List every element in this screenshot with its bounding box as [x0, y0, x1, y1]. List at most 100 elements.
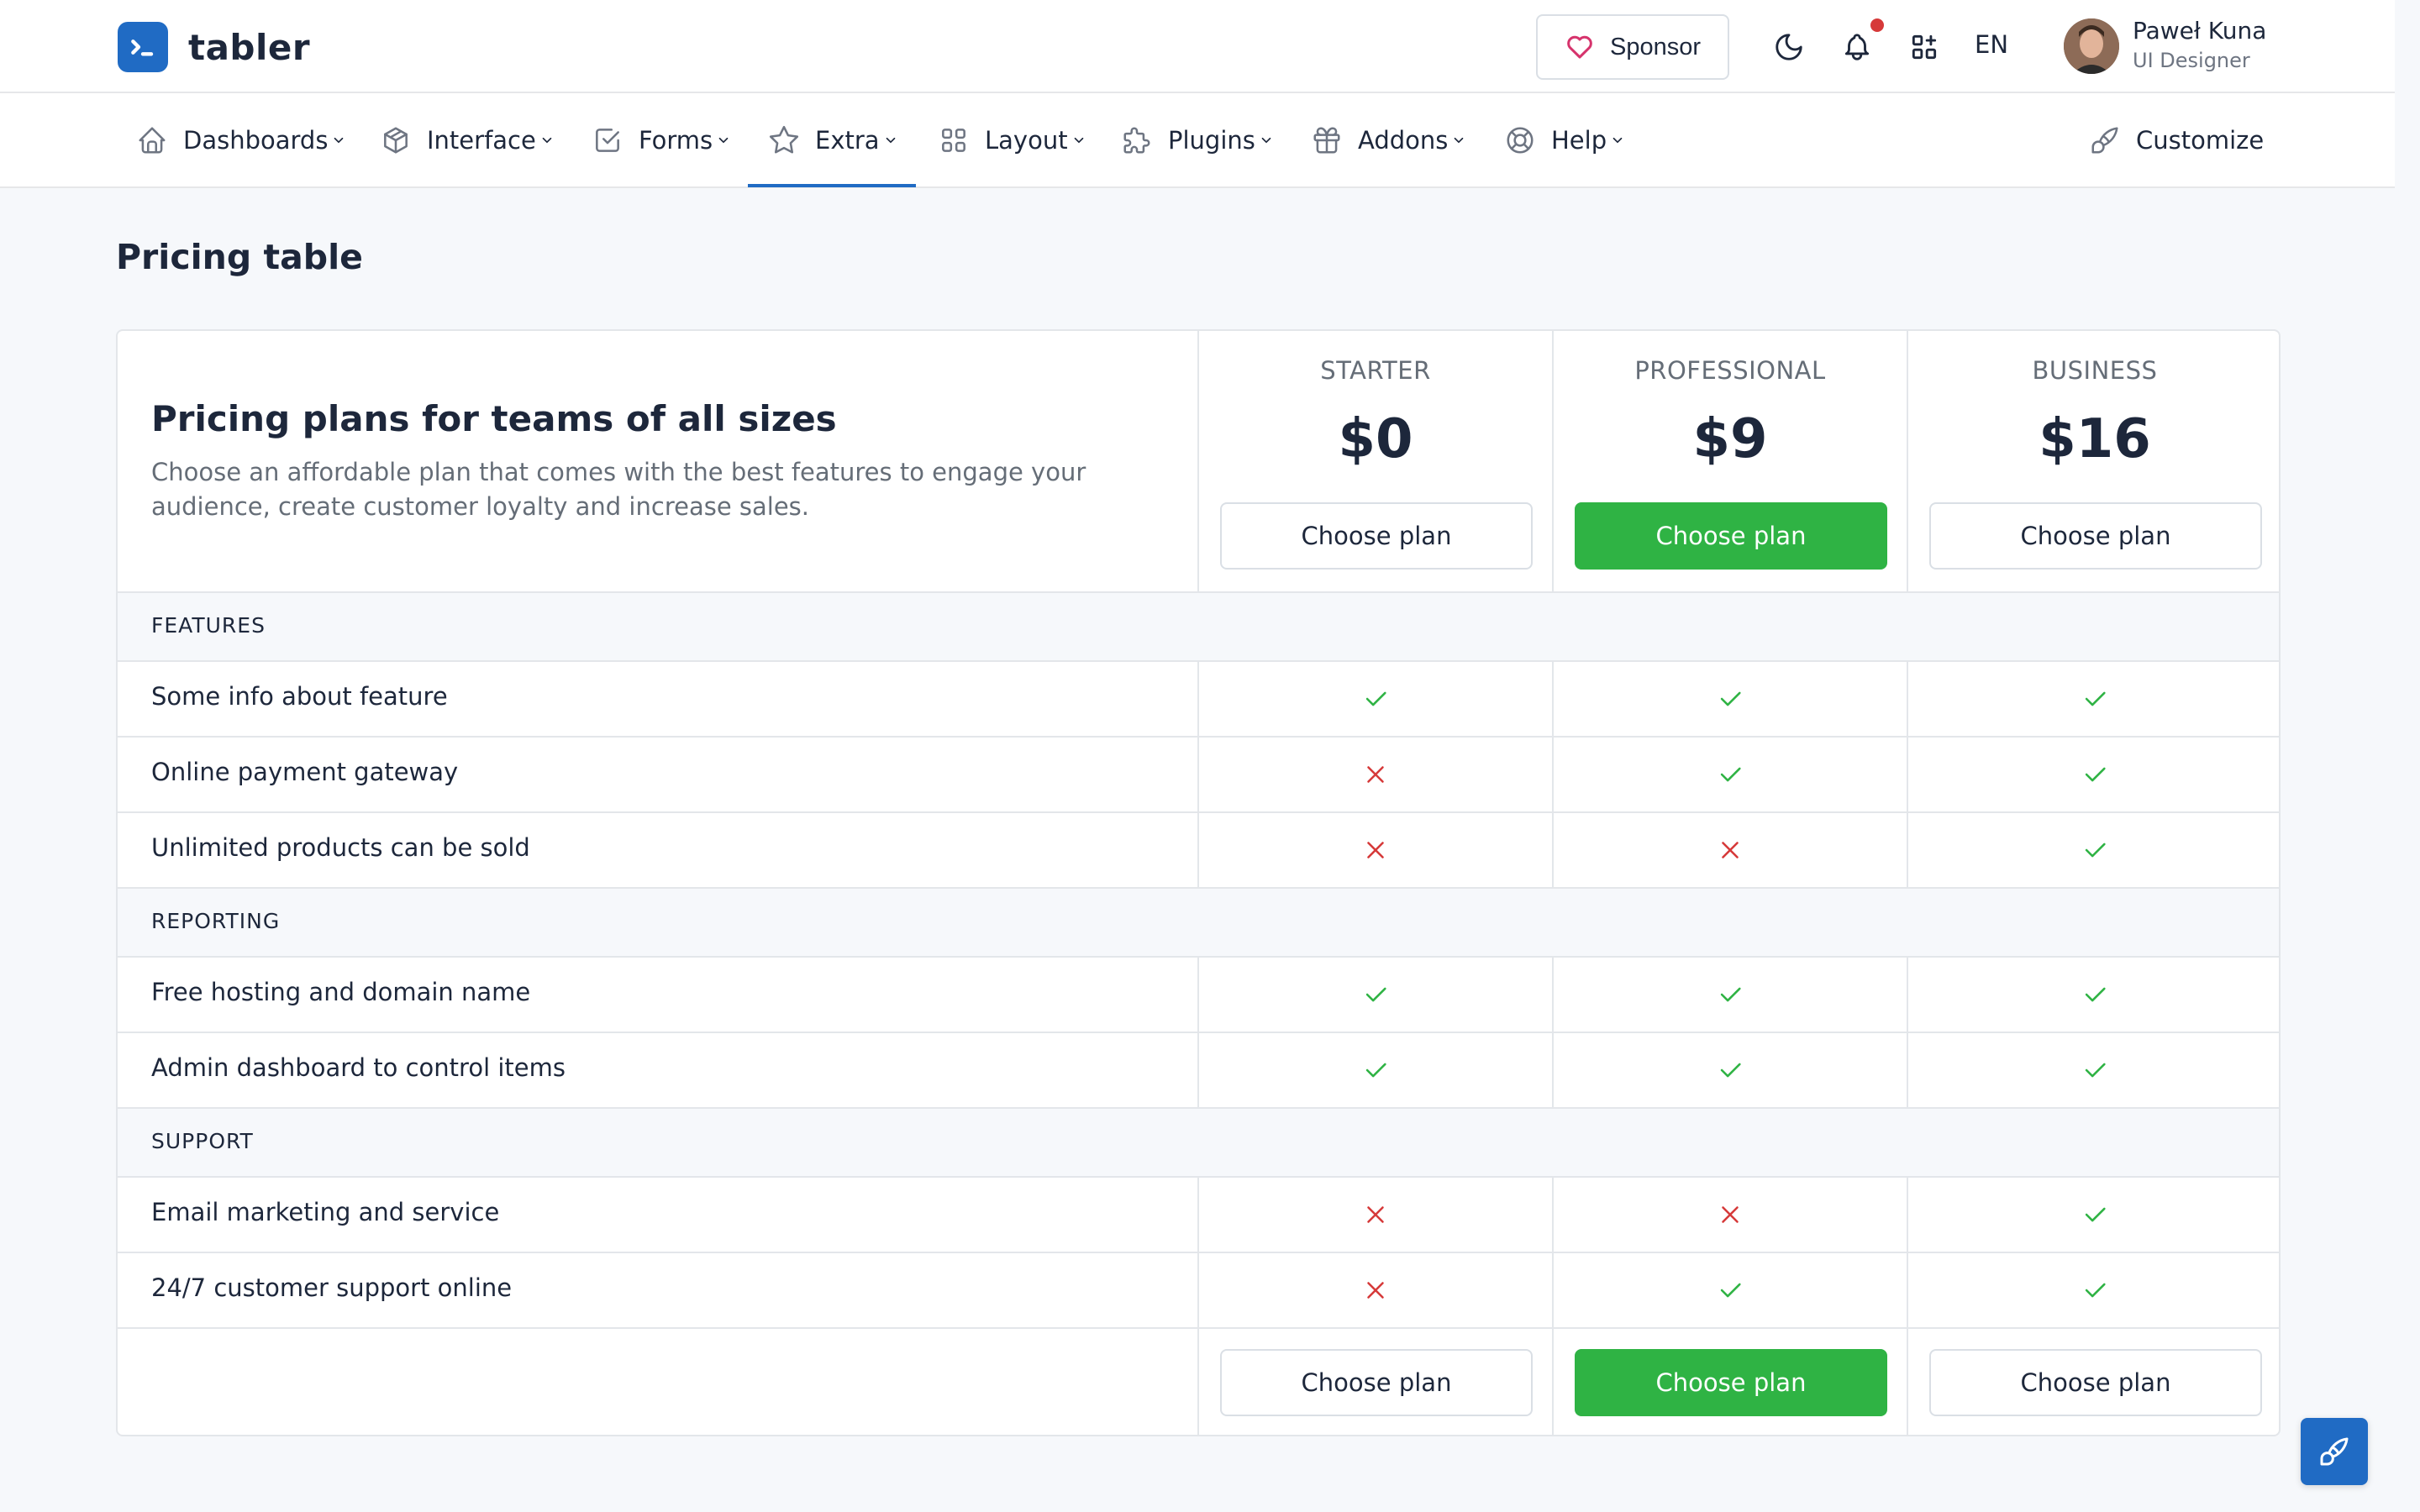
- choose-plan-button[interactable]: Choose plan: [1220, 1349, 1533, 1416]
- column-divider: [1552, 1252, 1554, 1327]
- pricing-table-card: Pricing plans for teams of all sizes Cho…: [116, 329, 2281, 1436]
- column-divider: [1197, 660, 1199, 736]
- package-icon: [384, 126, 408, 154]
- language-selector[interactable]: EN: [1975, 30, 2008, 59]
- x-icon: [1367, 842, 1384, 858]
- nav-active-indicator: [748, 184, 916, 187]
- check-icon: [2085, 1207, 2106, 1222]
- choose-plan-button[interactable]: Choose plan: [1929, 1349, 2262, 1416]
- nav-label-help: Help: [1551, 125, 1607, 155]
- brush-icon: [2091, 126, 2118, 154]
- column-divider: [1552, 956, 1554, 1032]
- row-divider: [118, 1327, 2279, 1329]
- check-icon: [2085, 987, 2106, 1002]
- brand-logo[interactable]: tabler: [118, 22, 310, 72]
- check-icon: [2085, 1283, 2106, 1298]
- theme-settings-button[interactable]: [2301, 1418, 2368, 1485]
- check-icon: [1720, 987, 1741, 1002]
- avatar[interactable]: [2064, 18, 2119, 74]
- feature-label: 24/7 customer support online: [151, 1273, 513, 1302]
- notification-badge: [1870, 18, 1884, 32]
- sponsor-button[interactable]: Sponsor: [1536, 14, 1729, 80]
- section-header-row: [118, 889, 2279, 958]
- nav-item-layout[interactable]: Layout: [938, 93, 1086, 186]
- feature-label: Online payment gateway: [151, 758, 459, 786]
- brush-icon: [2320, 1437, 2349, 1466]
- column-divider: [1197, 811, 1199, 887]
- column-divider: [1552, 1329, 1554, 1435]
- x-icon: [1722, 1206, 1739, 1223]
- check-icon: [2085, 767, 2106, 782]
- column-divider: [1197, 956, 1199, 1032]
- nav-label-interface: Interface: [427, 125, 536, 155]
- star-icon: [769, 125, 799, 154]
- nav-item-interface[interactable]: Interface: [380, 93, 555, 186]
- choose-plan-button[interactable]: Choose plan: [1220, 502, 1533, 570]
- gift-icon: [1313, 126, 1340, 154]
- choose-plan-button[interactable]: Choose plan: [1929, 502, 2262, 570]
- nav-item-forms[interactable]: Forms: [592, 93, 731, 186]
- heart-icon: [1565, 32, 1595, 62]
- nav-item-extra[interactable]: Extra: [768, 93, 898, 186]
- chevron-down-icon: [886, 137, 895, 143]
- nav-item-dashboards[interactable]: Dashboards: [136, 93, 346, 186]
- apps-icon[interactable]: [1906, 29, 1943, 66]
- top-header: tabler Sponsor EN Paweł Kuna UI Designer: [0, 0, 2395, 93]
- pricing-description: Choose an affordable plan that comes wit…: [151, 458, 1086, 521]
- user-name[interactable]: Paweł Kuna: [2133, 17, 2266, 45]
- page-scrollbar-track[interactable]: [2395, 0, 2420, 1512]
- row-divider: [118, 956, 2279, 958]
- nav-label-extra: Extra: [815, 125, 880, 155]
- nav-item-help[interactable]: Help: [1504, 93, 1625, 186]
- check-icon: [1365, 691, 1386, 706]
- plan-price: $0: [1338, 408, 1413, 470]
- x-icon: [1367, 1282, 1384, 1299]
- customize-label: Customize: [2136, 125, 2265, 155]
- customize-button[interactable]: Customize: [2089, 93, 2264, 186]
- section-label: FEATURES: [151, 613, 266, 638]
- lifebuoy-icon: [1507, 126, 1534, 154]
- column-divider: [1197, 1032, 1199, 1107]
- choose-plan-button[interactable]: Choose plan: [1575, 502, 1887, 570]
- row-divider: [118, 1032, 2279, 1033]
- check-icon: [1365, 1063, 1386, 1078]
- column-divider: [1907, 1329, 1908, 1435]
- chevron-down-icon: [718, 137, 729, 143]
- main-nav: Dashboards Interface Forms Extra Layout …: [0, 93, 2395, 188]
- pricing-heading: Pricing plans for teams of all sizes: [151, 398, 837, 439]
- check-icon: [2085, 843, 2106, 858]
- column-divider: [1197, 1329, 1199, 1435]
- check-icon: [2085, 1063, 2106, 1078]
- check-icon: [2085, 691, 2106, 706]
- nav-item-addons[interactable]: Addons: [1311, 93, 1466, 186]
- plan-price: $9: [1692, 408, 1768, 470]
- column-divider: [1552, 1176, 1554, 1252]
- row-divider: [118, 811, 2279, 813]
- column-divider: [1197, 1176, 1199, 1252]
- chevron-down-icon: [1455, 137, 1464, 143]
- check-icon: [1365, 987, 1386, 1002]
- column-divider: [1197, 331, 1199, 591]
- nav-item-plugins[interactable]: Plugins: [1121, 93, 1274, 186]
- moon-icon[interactable]: [1770, 29, 1807, 66]
- check-icon: [1720, 1063, 1741, 1078]
- column-divider: [1552, 811, 1554, 887]
- checkbox-icon: [596, 128, 619, 152]
- user-role: UI Designer: [2133, 49, 2250, 72]
- plan-price: $16: [2039, 408, 2151, 470]
- row-divider: [118, 1176, 2279, 1178]
- section-label: REPORTING: [151, 909, 281, 933]
- bell-icon[interactable]: [1839, 29, 1876, 66]
- choose-plan-button[interactable]: Choose plan: [1575, 1349, 1887, 1416]
- column-divider: [1907, 956, 1908, 1032]
- column-divider: [1907, 1032, 1908, 1107]
- x-icon: [1367, 766, 1384, 783]
- home-icon: [139, 126, 166, 154]
- plan-name: BUSINESS: [2032, 356, 2158, 385]
- nav-label-dashboards: Dashboards: [183, 125, 329, 155]
- chevron-down-icon: [334, 137, 344, 143]
- row-divider: [118, 736, 2279, 738]
- brand-name: tabler: [188, 26, 311, 68]
- column-divider: [1197, 736, 1199, 811]
- chevron-down-icon: [542, 137, 552, 143]
